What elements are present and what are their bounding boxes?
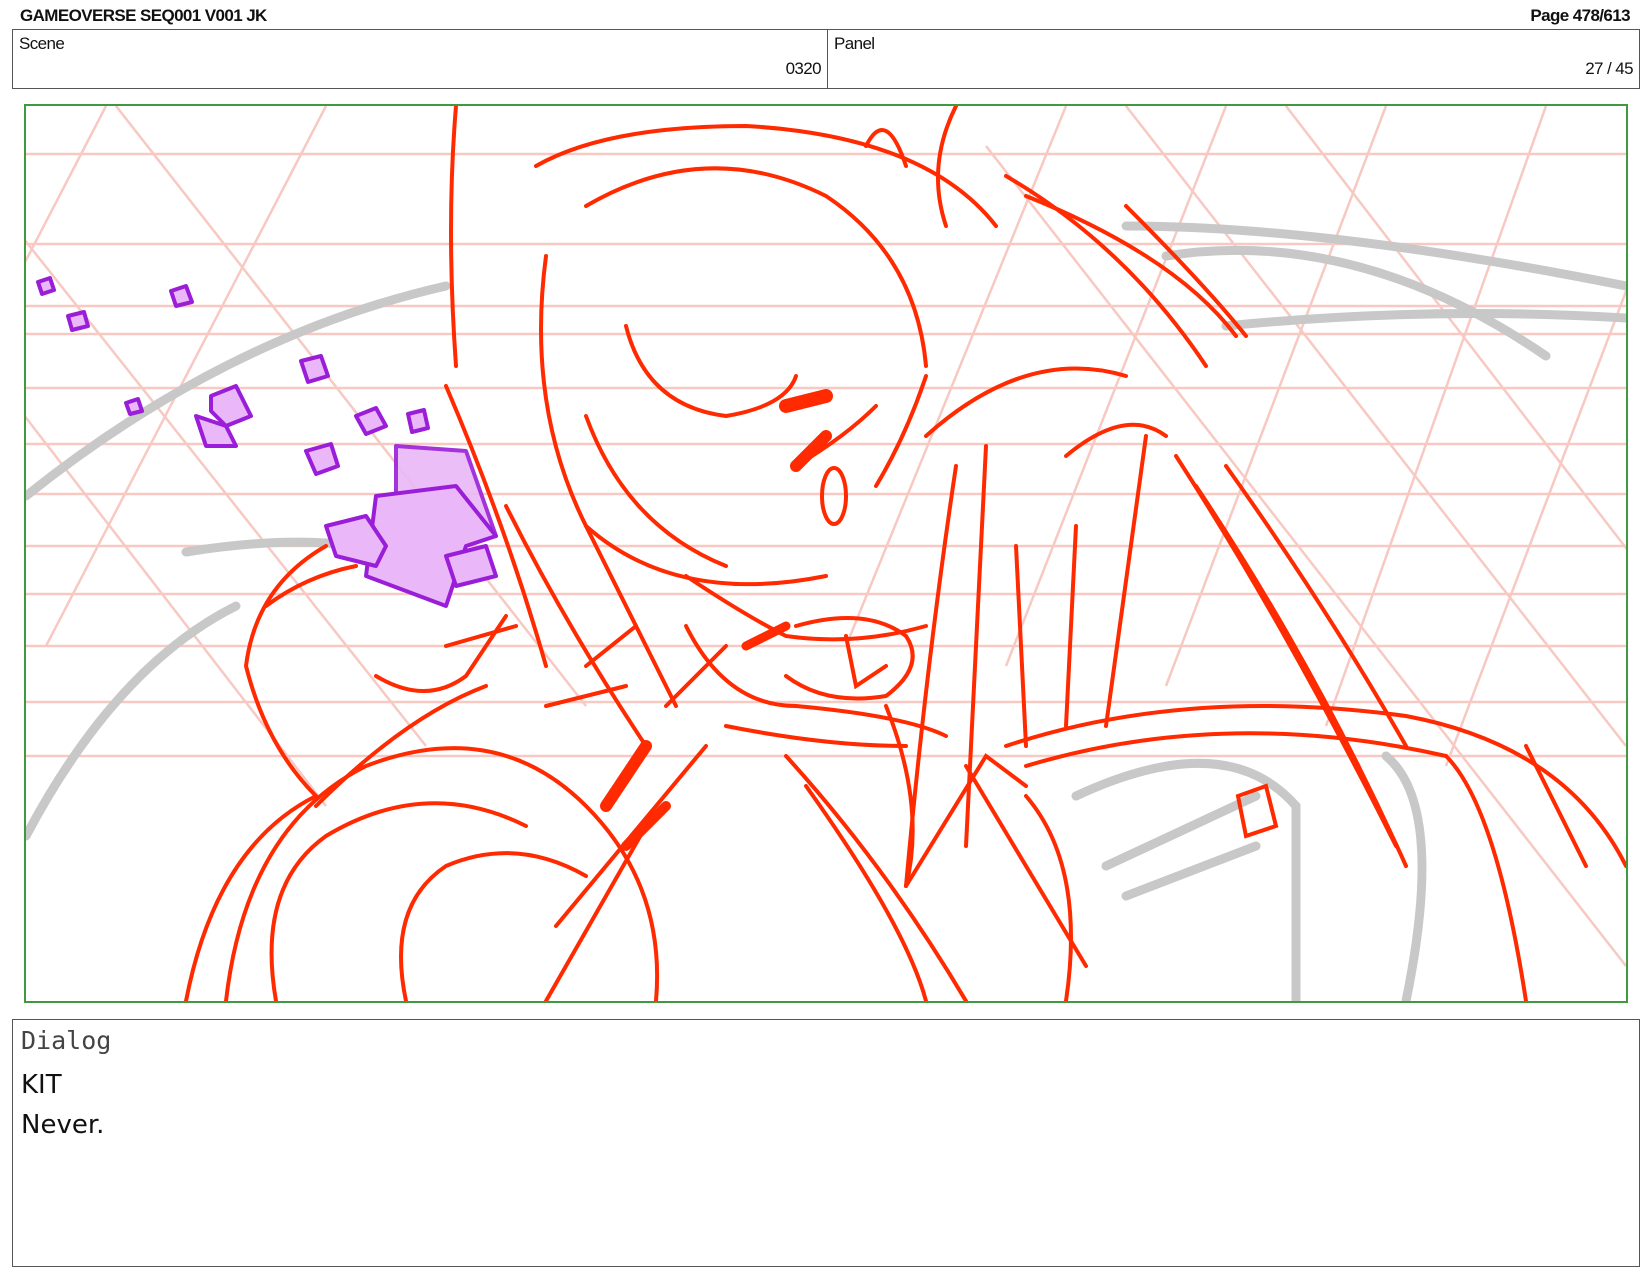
scene-panel-info: Scene 0320 Panel 27 / 45: [12, 29, 1640, 89]
scene-value: 0320: [785, 59, 822, 78]
dialog-character: KIT: [21, 1070, 62, 1100]
pixel-cubes: [36, 276, 498, 608]
storyboard-sketch-icon: [26, 106, 1626, 1001]
panel-cell: Panel 27 / 45: [828, 30, 1639, 88]
panel-value: 27 / 45: [1585, 59, 1633, 78]
document-title: GAMEOVERSE SEQ001 V001 JK: [20, 6, 267, 25]
perspective-grid: [26, 106, 1626, 967]
scene-cell: Scene 0320: [13, 30, 828, 88]
dialog-label: Dialog: [21, 1026, 112, 1055]
guide-curves: [26, 221, 1626, 1001]
page-number: Page 478/613: [1530, 6, 1630, 25]
panel-label: Panel: [834, 34, 875, 53]
dialog-box: Dialog KIT Never.: [12, 1019, 1640, 1267]
storyboard-panel-frame: [24, 104, 1628, 1003]
dialog-line: Never.: [21, 1110, 105, 1140]
scene-label: Scene: [19, 34, 65, 53]
